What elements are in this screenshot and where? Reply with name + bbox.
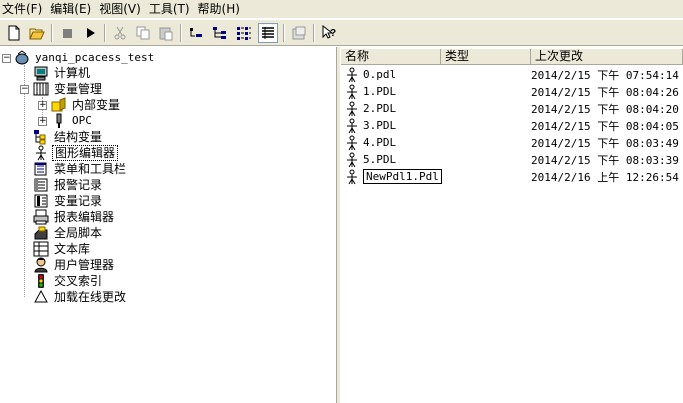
run-icon[interactable]: [80, 23, 100, 43]
menu-file[interactable]: 文件(F): [0, 0, 48, 18]
open-icon[interactable]: [27, 23, 47, 43]
cross-reference-icon: [33, 273, 49, 289]
menu-help[interactable]: 帮助(H): [196, 0, 246, 18]
tree-item-alarm-logging[interactable]: 报警记录: [33, 177, 104, 193]
stop-icon[interactable]: [57, 23, 77, 43]
tree-item-tag-logging[interactable]: 变量记录: [33, 193, 104, 209]
file-modified: 2014/2/15 下午 08:04:05: [531, 119, 679, 133]
file-modified: 2014/2/15 下午 08:04:20: [531, 102, 679, 116]
file-modified: 2014/2/15 下午 07:54:14: [531, 68, 679, 82]
list-item[interactable]: 4.PDL 2014/2/15 下午 08:03:49: [341, 134, 683, 151]
list-item[interactable]: NewPdl1.Pdl 2014/2/16 上午 12:26:54: [341, 168, 683, 185]
copy-icon[interactable]: [133, 23, 153, 43]
tree-item-menus-toolbars[interactable]: 菜单和工具栏: [33, 161, 128, 177]
tree-root[interactable]: yanqi_pcacess_test: [14, 50, 156, 66]
expand-opc-toggle[interactable]: +: [38, 117, 47, 126]
paste-icon[interactable]: [156, 23, 176, 43]
file-name: 2.PDL: [363, 102, 397, 115]
tree-item-computer[interactable]: 计算机: [33, 65, 92, 81]
list-item[interactable]: 2.PDL 2014/2/15 下午 08:04:20: [341, 100, 683, 117]
report-editor-icon: [33, 209, 49, 225]
load-online-changes-icon: [33, 289, 49, 305]
tree-item-report-editor[interactable]: 报表编辑器: [33, 209, 116, 225]
new-icon[interactable]: [4, 23, 24, 43]
opc-connector-icon: [51, 113, 67, 129]
details-view-icon[interactable]: [258, 23, 278, 43]
menu-tools[interactable]: 工具(T): [147, 0, 196, 18]
file-name: 5.PDL: [363, 153, 397, 166]
column-header-modified[interactable]: 上次更改: [531, 49, 683, 65]
menus-toolbars-icon: [33, 161, 49, 177]
properties-icon[interactable]: [289, 23, 309, 43]
toolbar-separator: [51, 24, 53, 42]
tree-view-icon[interactable]: [210, 23, 230, 43]
toolbar-separator: [104, 24, 106, 42]
list-item[interactable]: 1.PDL 2014/2/15 下午 08:04:26: [341, 83, 683, 100]
menu-bar: 文件(F) 编辑(E) 视图(V) 工具(T) 帮助(H): [0, 0, 683, 18]
file-modified: 2014/2/15 下午 08:03:49: [531, 136, 679, 150]
tree-item-cross-reference[interactable]: 交叉索引: [33, 273, 104, 289]
toolbar-separator: [180, 24, 182, 42]
small-icons-icon[interactable]: [186, 23, 206, 43]
file-name-rename-field[interactable]: NewPdl1.Pdl: [363, 169, 442, 184]
tag-logging-icon: [33, 193, 49, 209]
column-header-type[interactable]: 类型: [441, 49, 531, 65]
pdl-file-icon: [344, 101, 360, 117]
graphics-editor-icon: [33, 145, 49, 161]
tree-item-opc[interactable]: OPC: [51, 113, 94, 129]
expand-internal-tags-toggle[interactable]: +: [38, 101, 47, 110]
tree-item-load-online-changes[interactable]: 加载在线更改: [33, 289, 128, 305]
tree-item-global-script[interactable]: 全局脚本: [33, 225, 104, 241]
collapse-root-toggle[interactable]: −: [2, 54, 11, 63]
menu-edit[interactable]: 编辑(E): [48, 0, 97, 18]
cut-icon[interactable]: [110, 23, 130, 43]
tree-root-label: yanqi_pcacess_test: [35, 51, 155, 64]
text-library-icon: [33, 241, 49, 257]
pdl-file-icon: [344, 135, 360, 151]
pdl-file-icon: [344, 84, 360, 100]
menu-view[interactable]: 视图(V): [97, 0, 147, 18]
tree-item-struct-tags[interactable]: 结构变量: [33, 129, 104, 145]
tree-item-user-administrator[interactable]: 用户管理器: [33, 257, 116, 273]
pdl-file-icon: [344, 169, 360, 185]
list-item[interactable]: 5.PDL 2014/2/15 下午 08:03:39: [341, 151, 683, 168]
file-name: 1.PDL: [363, 85, 397, 98]
global-script-icon: [33, 225, 49, 241]
project-tree[interactable]: − yanqi_pcacess_test 计算机 − 变量管理 + 内部变量 +…: [0, 47, 336, 403]
internal-tags-icon: [51, 97, 67, 113]
list-view-icon[interactable]: [234, 23, 254, 43]
list-header: 名称 类型 上次更改: [341, 49, 683, 65]
list-item[interactable]: 3.PDL 2014/2/15 下午 08:04:05: [341, 117, 683, 134]
tree-item-graphics-editor[interactable]: 图形编辑器: [33, 145, 119, 161]
user-administrator-icon: [33, 257, 49, 273]
file-name: 0.pdl: [363, 68, 397, 81]
file-name: 3.PDL: [363, 119, 397, 132]
pdl-file-icon: [344, 152, 360, 168]
computer-icon: [33, 65, 49, 81]
tag-management-icon: [33, 81, 49, 97]
pdl-file-icon: [344, 67, 360, 83]
list-item[interactable]: 0.pdl 2014/2/15 下午 07:54:14: [341, 66, 683, 83]
toolbar: ?: [0, 19, 683, 46]
file-modified: 2014/2/15 下午 08:03:39: [531, 153, 679, 167]
toolbar-separator: [283, 24, 285, 42]
file-list[interactable]: 名称 类型 上次更改 0.pdl 2014/2/15 下午 07:54:14 1…: [341, 47, 683, 403]
tree-item-internal-tags[interactable]: 内部变量: [51, 97, 122, 113]
tree-item-tag-management[interactable]: 变量管理: [33, 81, 104, 97]
file-name: 4.PDL: [363, 136, 397, 149]
column-header-name[interactable]: 名称: [341, 49, 441, 65]
pdl-file-icon: [344, 118, 360, 134]
alarm-logging-icon: [33, 177, 49, 193]
help-icon[interactable]: ?: [319, 23, 339, 43]
toolbar-separator: [313, 24, 315, 42]
file-modified: 2014/2/15 下午 08:04:26: [531, 85, 679, 99]
svg-text:?: ?: [330, 28, 336, 39]
file-modified: 2014/2/16 上午 12:26:54: [531, 170, 679, 184]
collapse-tag-management-toggle[interactable]: −: [20, 85, 29, 94]
struct-tags-icon: [33, 129, 49, 145]
project-icon: [14, 50, 30, 66]
tree-item-text-library[interactable]: 文本库: [33, 241, 92, 257]
